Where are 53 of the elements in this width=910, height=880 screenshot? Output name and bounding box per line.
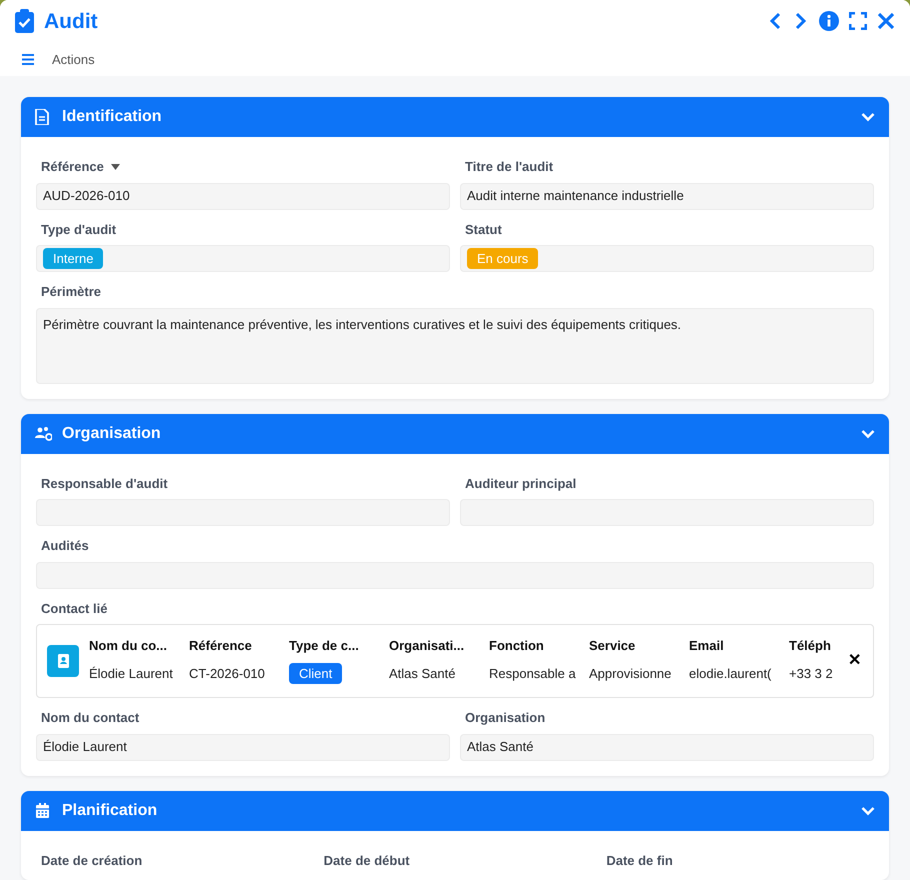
field-label: Audités: [41, 537, 89, 555]
fullscreen-icon[interactable]: [849, 12, 867, 30]
table-cell: CT-2026-010: [189, 666, 265, 681]
field-label: Date de création: [41, 852, 142, 870]
field-label: Périmètre: [41, 283, 101, 301]
actions-menu-button[interactable]: Actions: [22, 50, 95, 70]
column-header: Email: [689, 637, 725, 656]
field-label: Auditeur principal: [465, 474, 576, 493]
column-header: Organisati...: [389, 637, 466, 656]
section-header[interactable]: Identification: [21, 97, 889, 137]
table-cell: Responsable a: [489, 666, 576, 681]
table-cell: elodie.laurent(: [689, 666, 772, 681]
column-header: Téléph: [789, 637, 832, 656]
field-label: Nom du contact: [41, 709, 140, 727]
field-label: Organisation: [465, 709, 546, 727]
section-header[interactable]: Planification: [21, 790, 889, 830]
users-gear-icon: [35, 426, 52, 442]
column-header: Service: [589, 637, 636, 656]
field-label: Statut: [465, 220, 502, 238]
tag: Client: [289, 662, 342, 684]
input-field[interactable]: Atlas Santé: [460, 734, 874, 760]
field-label: Type d'audit: [41, 220, 116, 239]
column-header: Type de c...: [289, 637, 360, 656]
text-area[interactable]: Périmètre couvrant la maintenance préventive, les interventions curatives et le suivi des équipements critiques.: [36, 308, 874, 384]
table-cell: Élodie Laurent: [89, 666, 173, 681]
table-cell: Atlas Santé: [389, 666, 456, 681]
document-icon: [35, 109, 52, 125]
table-cell: Approvisionne: [589, 666, 672, 681]
close-icon[interactable]: [877, 12, 895, 30]
column-header: Nom du co...: [89, 637, 168, 656]
contact-card-icon: [47, 645, 79, 677]
column-header: Fonction: [489, 637, 545, 656]
info-icon[interactable]: [819, 11, 839, 32]
input-field[interactable]: AUD-2026-010: [36, 182, 450, 210]
field-label: Titre de l'audit: [465, 158, 554, 176]
field-label: Responsable d'audit: [41, 474, 168, 493]
dropdown-caret-icon[interactable]: [110, 164, 120, 170]
input-field[interactable]: Élodie Laurent: [36, 734, 450, 760]
calendar-icon: [35, 802, 52, 818]
window-title: Audit: [44, 8, 98, 35]
clipboard-check-icon: [15, 9, 34, 34]
field-label: Contact lié: [41, 600, 108, 618]
tag: Interne: [43, 248, 104, 270]
tag: En cours: [467, 248, 538, 270]
section-header[interactable]: Organisation: [21, 414, 889, 454]
table-cell: +33 3 2: [789, 666, 833, 681]
field-label: Référence: [41, 158, 104, 176]
field-label: Date de fin: [606, 852, 673, 870]
input-field[interactable]: Audit interne maintenance industrielle: [460, 182, 874, 210]
menu-icon: [22, 54, 34, 65]
remove-button[interactable]: ✕: [848, 649, 861, 673]
field-label: Date de début: [324, 852, 410, 870]
column-header: Référence: [189, 637, 253, 656]
